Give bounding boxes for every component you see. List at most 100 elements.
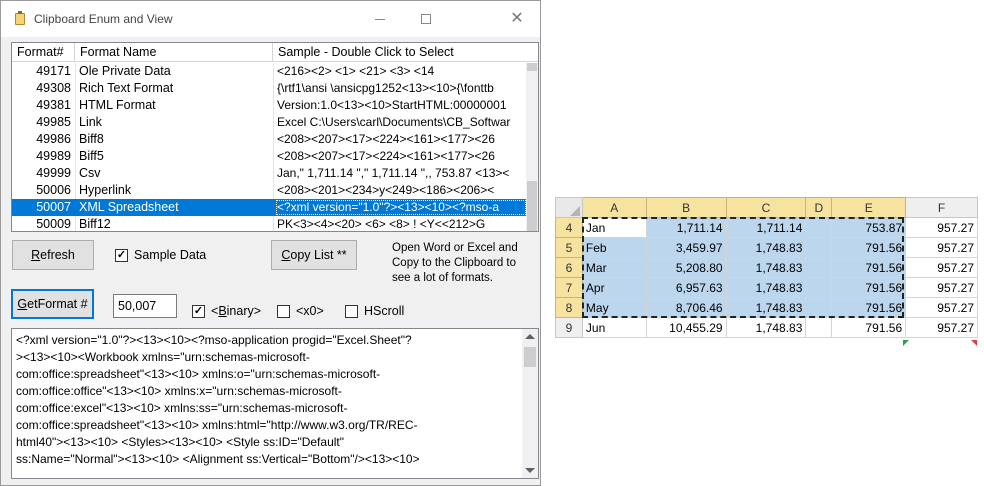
- format-number-cell: 49308: [36, 81, 71, 95]
- text-scrollbar[interactable]: [522, 329, 538, 478]
- checkbox-box[interactable]: [345, 304, 358, 318]
- format-name-cell: Biff5: [79, 149, 104, 163]
- list-item[interactable]: 49989 Biff5 <208><207><17><224><161><177><…: [12, 148, 526, 165]
- cell-a5[interactable]: Feb: [581, 237, 647, 258]
- minimize-button[interactable]: [357, 1, 403, 37]
- format-list[interactable]: Format# Format Name Sample - Double Clic…: [11, 42, 539, 232]
- cell-c6[interactable]: 1,748.83: [725, 257, 807, 278]
- row-header[interactable]: 4: [555, 217, 583, 238]
- cell-e9[interactable]: 791.56: [831, 317, 907, 338]
- cell-a8[interactable]: May: [581, 297, 647, 318]
- column-header-f[interactable]: F: [905, 197, 978, 218]
- refresh-button[interactable]: Refresh: [12, 240, 94, 270]
- list-item[interactable]: 50007 XML Spreadsheet <?xml version="1.0"?…: [12, 199, 526, 216]
- cell-e7[interactable]: 791.56: [831, 277, 907, 298]
- format-number-input[interactable]: 50,007: [113, 294, 177, 318]
- list-item[interactable]: 49999 Csv Jan," 1,711.14 "," 1,711.14 ",, …: [12, 165, 526, 182]
- cell-f4[interactable]: 957.27: [905, 217, 978, 238]
- cell-c8[interactable]: 1,748.83: [725, 297, 807, 318]
- cell-c9[interactable]: 1,748.83: [725, 317, 807, 338]
- cell-a4[interactable]: Jan: [581, 217, 647, 238]
- cell-a7[interactable]: Apr: [581, 277, 647, 298]
- cell-d4[interactable]: [805, 217, 833, 238]
- scrollbar-thumb[interactable]: [524, 347, 536, 367]
- sample-data-checkbox[interactable]: ✓ Sample Data: [115, 248, 206, 262]
- sample-cell: Version:1.0<13><10>StartHTML:00000001: [277, 98, 507, 112]
- cell-b8[interactable]: 8,706.46: [645, 297, 727, 318]
- row-header[interactable]: 8: [555, 297, 583, 318]
- list-item[interactable]: 49381 HTML Format Version:1.0<13><10>Start…: [12, 97, 526, 114]
- cell-c7[interactable]: 1,748.83: [725, 277, 807, 298]
- row-header[interactable]: 5: [555, 237, 583, 258]
- column-header-a[interactable]: A: [581, 197, 647, 218]
- cell-a6[interactable]: Mar: [581, 257, 647, 278]
- column-header-b[interactable]: B: [645, 197, 727, 218]
- cell-c4[interactable]: 1,711.14: [725, 217, 807, 238]
- list-scrollbar[interactable]: [526, 63, 538, 231]
- checkbox-box[interactable]: [277, 304, 290, 318]
- copy-list-button[interactable]: Copy List **: [271, 240, 357, 270]
- list-item[interactable]: 50006 Hyperlink <208><201><234>y<249><186>…: [12, 182, 526, 199]
- cell-d7[interactable]: [805, 277, 833, 298]
- scroll-up-icon[interactable]: [525, 334, 535, 339]
- row-header[interactable]: 6: [555, 257, 583, 278]
- scrollbar-thumb-top[interactable]: [527, 63, 537, 71]
- cell-b5[interactable]: 3,459.97: [645, 237, 727, 258]
- cell-f8[interactable]: 957.27: [905, 297, 978, 318]
- scrollbar-thumb[interactable]: [527, 181, 537, 231]
- cell-e4[interactable]: 753.87: [831, 217, 907, 238]
- text-line: com:office:spreadsheet"<13><10> xmlns:ht…: [16, 418, 418, 432]
- list-item[interactable]: 49985 Link Excel C:\Users\carl\Documents\C…: [12, 114, 526, 131]
- cell-c5[interactable]: 1,748.83: [725, 237, 807, 258]
- checkbox-box[interactable]: ✓: [115, 248, 128, 262]
- cell-d8[interactable]: [805, 297, 833, 318]
- cell-f6[interactable]: 957.27: [905, 257, 978, 278]
- format-name-cell: XML Spreadsheet: [79, 200, 179, 214]
- format-name-cell: Rich Text Format: [79, 81, 174, 95]
- maximize-button[interactable]: [403, 1, 449, 37]
- hscroll-label: HScroll: [364, 304, 405, 318]
- cell-b6[interactable]: 5,208.80: [645, 257, 727, 278]
- column-header-d[interactable]: D: [805, 197, 833, 218]
- app-icon: [15, 11, 25, 25]
- cell-e8[interactable]: 791.56: [831, 297, 907, 318]
- binary-label: <Binary>: [211, 304, 262, 318]
- cell-d6[interactable]: [805, 257, 833, 278]
- cell-b4[interactable]: 1,711.14: [645, 217, 727, 238]
- column-header-format-number[interactable]: Format#: [12, 43, 75, 62]
- cell-d9[interactable]: [805, 317, 833, 338]
- list-item[interactable]: 49171 Ole Private Data <216><2> <1> <21> …: [12, 63, 526, 80]
- column-header-format-name[interactable]: Format Name: [75, 43, 273, 62]
- x0-checkbox[interactable]: <x0>: [277, 304, 324, 318]
- format-number-cell: 50007: [36, 200, 71, 214]
- format-name-cell: Hyperlink: [79, 183, 132, 197]
- hscroll-checkbox[interactable]: HScroll: [345, 304, 404, 318]
- format-number-cell: 49985: [36, 115, 71, 129]
- list-item[interactable]: 49986 Biff8 <208><207><17><224><161><177><…: [12, 131, 526, 148]
- cell-a9[interactable]: Jun: [581, 317, 647, 338]
- row-header[interactable]: 9: [555, 317, 583, 338]
- column-header-sample[interactable]: Sample - Double Click to Select: [273, 43, 527, 62]
- sheet-row: 6 Mar 5,208.80 1,748.83 791.56 957.27: [555, 257, 978, 278]
- checkbox-box[interactable]: ✓: [192, 304, 205, 318]
- cell-f5[interactable]: 957.27: [905, 237, 978, 258]
- cell-b9[interactable]: 10,455.29: [645, 317, 727, 338]
- getformat-button[interactable]: GetFormat #: [11, 289, 94, 319]
- cell-f9[interactable]: 957.27: [905, 317, 978, 338]
- cell-f7[interactable]: 957.27: [905, 277, 978, 298]
- select-all-corner[interactable]: [555, 197, 583, 218]
- list-item[interactable]: 49308 Rich Text Format {\rtf1\ansi \ansicp…: [12, 80, 526, 97]
- scroll-down-icon[interactable]: [525, 468, 535, 473]
- close-button[interactable]: ✕: [494, 1, 540, 37]
- binary-checkbox[interactable]: ✓ <Binary>: [192, 304, 261, 318]
- cell-d5[interactable]: [805, 237, 833, 258]
- title-bar[interactable]: Clipboard Enum and View ✕: [1, 1, 540, 37]
- cell-e6[interactable]: 791.56: [831, 257, 907, 278]
- sample-text-view[interactable]: <?xml version="1.0"?><13><10><?mso-appli…: [11, 328, 539, 479]
- row-header[interactable]: 7: [555, 277, 583, 298]
- cell-e5[interactable]: 791.56: [831, 237, 907, 258]
- list-item[interactable]: 50009 Biff12 PK<3><4><20> <6> <8> ! <Y<<21…: [12, 216, 526, 231]
- column-header-e[interactable]: E: [831, 197, 907, 218]
- cell-b7[interactable]: 6,957.63: [645, 277, 727, 298]
- column-header-c[interactable]: C: [725, 197, 807, 218]
